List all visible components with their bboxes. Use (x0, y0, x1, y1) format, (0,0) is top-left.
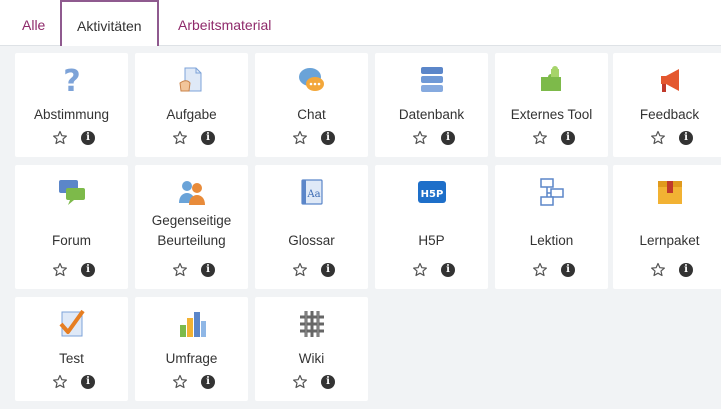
info-icon[interactable]: i (441, 263, 455, 277)
forum-icon (58, 180, 85, 205)
star-outline-icon[interactable] (650, 261, 666, 279)
h5p-icon: H5P (417, 181, 446, 203)
info-icon[interactable]: i (321, 131, 335, 145)
star-outline-icon[interactable] (52, 129, 68, 147)
puzzle-icon (540, 66, 561, 91)
module-name: Umfrage (165, 351, 218, 366)
activity-chooser-tabs: Alle Aktivitäten Arbeitsmaterial (0, 0, 721, 46)
module-actions: i (15, 373, 128, 393)
module-name: H5P (418, 233, 445, 248)
module-name: Chat (297, 107, 326, 122)
module-card-h5p[interactable]: H5P H5P i (375, 165, 488, 289)
module-name: Wiki (298, 351, 325, 366)
module-name-line-2: Beurteilung (157, 233, 226, 248)
info-icon[interactable]: i (201, 263, 215, 277)
info-icon[interactable]: i (679, 263, 693, 277)
star-outline-icon[interactable] (172, 373, 188, 391)
wiki-icon (299, 311, 324, 337)
module-card-forum[interactable]: Forum i (15, 165, 128, 289)
module-actions: i (495, 261, 608, 281)
package-icon (657, 181, 682, 204)
module-card-feedback[interactable]: Feedback i (613, 53, 721, 157)
module-actions: i (15, 129, 128, 149)
module-actions: i (135, 373, 248, 393)
module-name: Glossar (288, 233, 335, 248)
star-outline-icon[interactable] (292, 373, 308, 391)
module-actions: i (15, 261, 128, 281)
module-actions: i (613, 129, 721, 149)
tab-alle[interactable]: Alle (22, 0, 45, 45)
star-outline-icon[interactable] (172, 129, 188, 147)
module-actions: i (613, 261, 721, 281)
module-actions: i (375, 129, 488, 149)
star-outline-icon[interactable] (52, 261, 68, 279)
quiz-icon (58, 309, 85, 337)
info-icon[interactable]: i (679, 131, 693, 145)
module-name: Lektion (529, 233, 574, 248)
module-card-wiki[interactable]: Wiki i (255, 297, 368, 401)
svg-text:?: ? (63, 65, 80, 95)
module-card-datenbank[interactable]: Datenbank i (375, 53, 488, 157)
module-name: Datenbank (398, 107, 465, 122)
survey-icon (179, 312, 206, 337)
module-name: Lernpaket (639, 233, 700, 248)
star-outline-icon[interactable] (532, 261, 548, 279)
module-card-lernpaket[interactable]: Lernpaket i (613, 165, 721, 289)
module-card-test[interactable]: Test i (15, 297, 128, 401)
module-name: Test (59, 351, 84, 366)
star-outline-icon[interactable] (650, 129, 666, 147)
module-card-aufgabe[interactable]: Aufgabe i (135, 53, 248, 157)
module-actions: i (255, 261, 368, 281)
module-actions: i (255, 129, 368, 149)
module-name: Forum (51, 233, 91, 248)
module-card-abstimmung[interactable]: ? Abstimmung i (15, 53, 128, 157)
module-actions: i (495, 129, 608, 149)
star-outline-icon[interactable] (412, 129, 428, 147)
module-name: Aufgabe (166, 107, 217, 122)
module-card-lektion[interactable]: Lektion i (495, 165, 608, 289)
star-outline-icon[interactable] (172, 261, 188, 279)
module-card-gegenseitige-beurteilung[interactable]: Gegenseitige Beurteilung i (135, 165, 248, 289)
module-card-externes-tool[interactable]: Externes Tool i (495, 53, 608, 157)
lesson-icon (539, 178, 564, 206)
module-name: Gegenseitige (151, 213, 232, 228)
info-icon[interactable]: i (201, 375, 215, 389)
svg-text:H5P: H5P (420, 189, 443, 200)
module-card-chat[interactable]: Chat i (255, 53, 368, 157)
info-icon[interactable]: i (441, 131, 455, 145)
workshop-icon (178, 181, 205, 205)
module-grid: ? Abstimmung i Aufgabe i Chat i Datenban… (0, 46, 721, 409)
star-outline-icon[interactable] (292, 261, 308, 279)
star-outline-icon[interactable] (412, 261, 428, 279)
tab-arbeitsmaterial[interactable]: Arbeitsmaterial (178, 0, 271, 45)
module-actions: i (135, 129, 248, 149)
info-icon[interactable]: i (321, 375, 335, 389)
module-name: Abstimmung (33, 107, 110, 122)
info-icon[interactable]: i (561, 263, 575, 277)
glossary-icon: Aa (300, 179, 323, 205)
module-actions: i (135, 261, 248, 281)
star-outline-icon[interactable] (52, 373, 68, 391)
module-name: Externes Tool (510, 107, 593, 122)
tab-aktivitaeten[interactable]: Aktivitäten (60, 0, 159, 46)
chat-icon (298, 68, 324, 91)
module-actions: i (255, 373, 368, 393)
star-outline-icon[interactable] (292, 129, 308, 147)
info-icon[interactable]: i (81, 131, 95, 145)
info-icon[interactable]: i (201, 131, 215, 145)
database-icon (420, 67, 443, 92)
info-icon[interactable]: i (321, 263, 335, 277)
star-outline-icon[interactable] (532, 129, 548, 147)
assignment-icon (178, 67, 201, 92)
question-icon: ? (63, 65, 80, 95)
svg-text:Aa: Aa (306, 189, 320, 200)
module-card-umfrage[interactable]: Umfrage i (135, 297, 248, 401)
info-icon[interactable]: i (81, 263, 95, 277)
module-card-glossar[interactable]: Aa Glossar i (255, 165, 368, 289)
module-name: Feedback (639, 107, 700, 122)
megaphone-icon (660, 69, 679, 92)
module-actions: i (375, 261, 488, 281)
info-icon[interactable]: i (81, 375, 95, 389)
info-icon[interactable]: i (561, 131, 575, 145)
